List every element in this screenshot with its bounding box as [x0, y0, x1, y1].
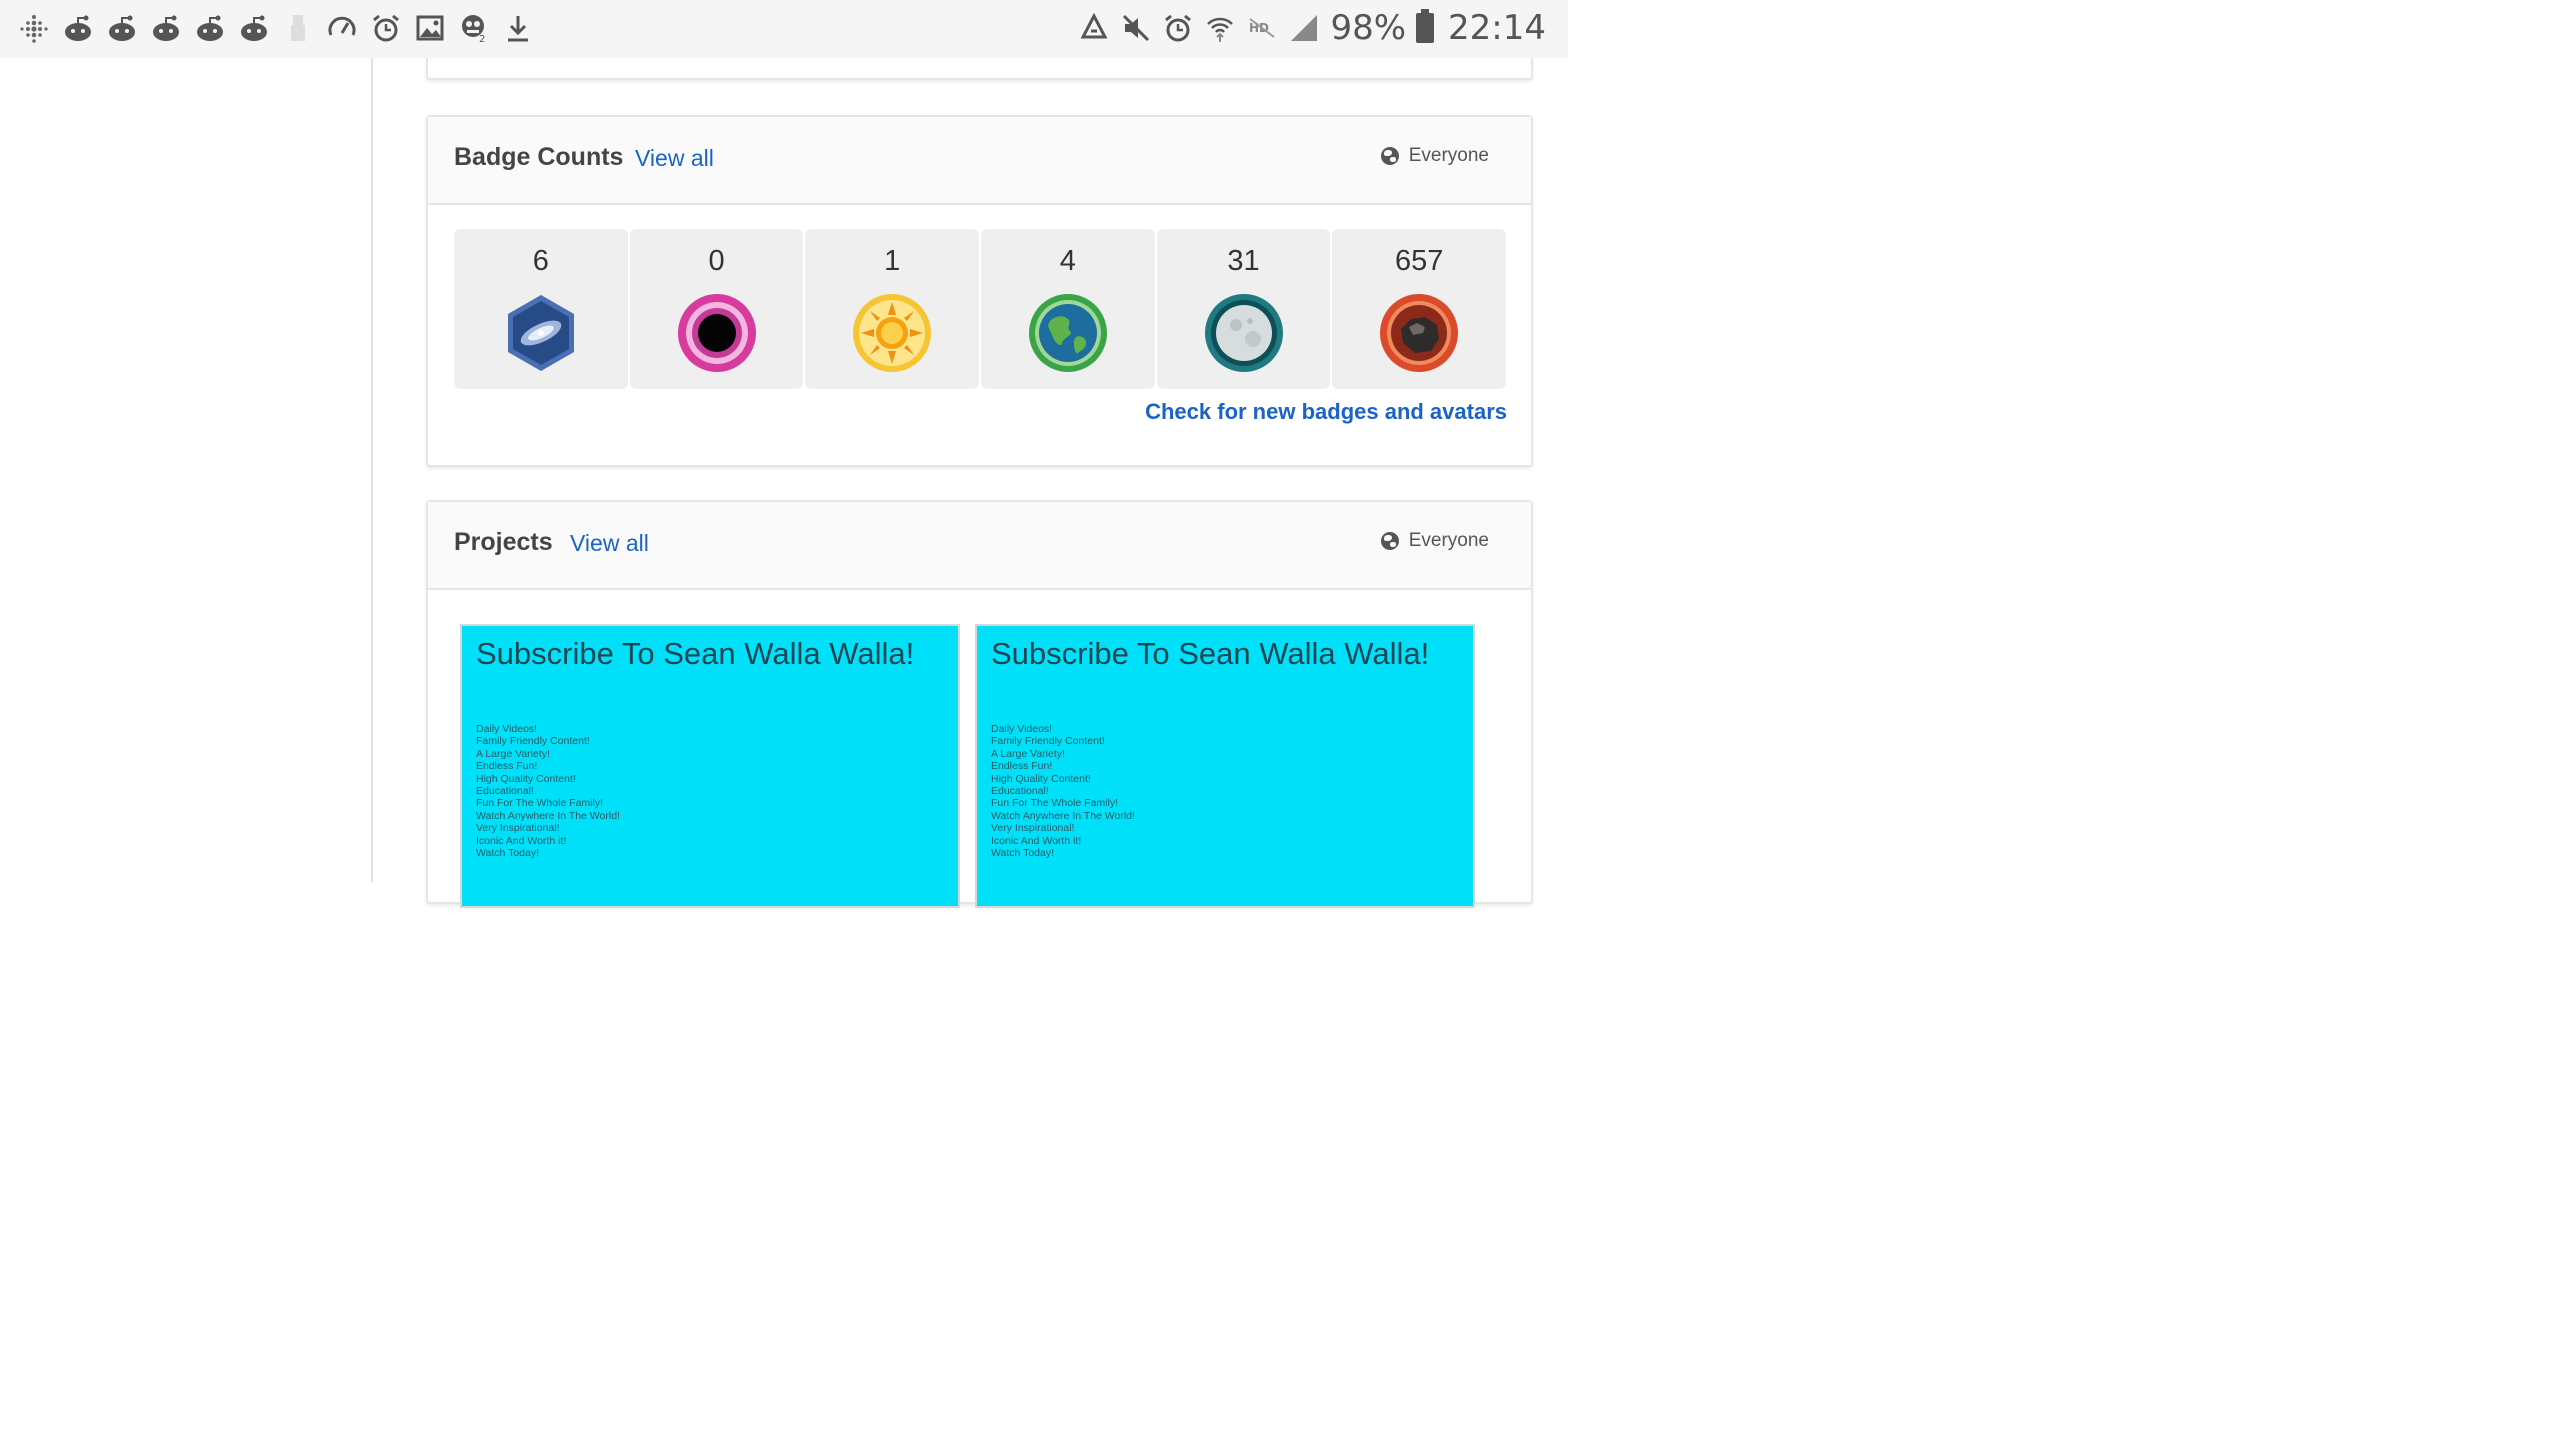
image-icon	[414, 12, 446, 44]
visibility-selector[interactable]: Everyone	[1380, 530, 1489, 552]
project-line: Very Inspirational!	[991, 822, 1075, 835]
visibility-label: Everyone	[1408, 145, 1489, 166]
badge-counts-header: Badge Counts View all Everyone	[428, 117, 1531, 205]
project-line: Very Inspirational!	[476, 822, 560, 835]
badge-item[interactable]: 657	[1332, 229, 1507, 389]
mute-icon	[1120, 12, 1152, 44]
black-hole-badge-icon	[677, 294, 756, 372]
badge-item[interactable]: 4	[981, 229, 1155, 389]
project-line: Daily Videos!	[991, 723, 1053, 735]
project-line: Iconic And Worth it!	[991, 834, 1082, 847]
project-line: Fun For The Whole Family!	[476, 797, 604, 810]
wifi-icon	[1204, 12, 1236, 44]
reddit-icon	[150, 12, 182, 44]
project-description: Daily Videos! Family Friendly Content! A…	[476, 723, 620, 859]
badge-count: 31	[1227, 245, 1260, 277]
projects-card: Projects View all Everyone Subscribe To …	[426, 500, 1533, 908]
project-description: Daily Videos! Family Friendly Content! A…	[991, 723, 1135, 859]
reddit-icon	[106, 12, 138, 44]
project-line: High Quality Content!	[991, 772, 1091, 785]
badge-count: 6	[532, 245, 549, 277]
clock: 22:14	[1448, 8, 1546, 48]
project-line: High Quality Content!	[476, 772, 576, 785]
project-line: Watch Today!	[991, 847, 1055, 860]
badge-count: 657	[1395, 245, 1444, 277]
signal-icon	[1288, 12, 1320, 44]
download-icon	[502, 12, 534, 44]
badge-counts-view-all-link[interactable]: View all	[635, 145, 714, 172]
badge-count: 0	[708, 245, 725, 277]
badge-count: 1	[884, 245, 901, 277]
project-title: Subscribe To Sean Walla Walla!	[476, 636, 915, 671]
badge-item[interactable]: 31	[1156, 229, 1331, 389]
badge-item[interactable]: 0	[629, 229, 804, 389]
project-line: Endless Fun!	[476, 760, 538, 773]
project-line: A Large Variety!	[991, 747, 1065, 760]
asteroid-badge-icon	[1380, 294, 1459, 372]
project-title: Subscribe To Sean Walla Walla!	[991, 636, 1430, 671]
fitbit-icon	[18, 12, 50, 44]
alarm-icon	[1162, 12, 1194, 44]
project-line: Family Friendly Content!	[476, 735, 590, 748]
project-line: Educational!	[991, 785, 1049, 798]
project-line: Watch Today!	[476, 847, 540, 860]
project-thumbnail[interactable]: Subscribe To Sean Walla Walla! Daily Vid…	[460, 624, 960, 908]
sun-badge-icon	[853, 294, 932, 372]
badge-count: 4	[1059, 245, 1076, 277]
usb-icon	[282, 12, 314, 44]
reddit-icon	[62, 12, 94, 44]
badge-list: 6 0 1 4 31 657	[454, 229, 1507, 389]
badge-item[interactable]: 1	[805, 229, 980, 389]
reddit-icon	[238, 12, 270, 44]
globe-icon	[1380, 532, 1399, 550]
visibility-selector[interactable]: Everyone	[1380, 145, 1489, 167]
left-pane	[0, 58, 373, 882]
battery-icon	[1416, 9, 1435, 43]
project-line: Family Friendly Content!	[991, 735, 1105, 748]
recycle-icon	[1078, 12, 1110, 44]
project-line: Iconic And Worth it!	[476, 834, 567, 847]
previous-card	[426, 58, 1533, 80]
bot-icon: 2	[458, 12, 490, 44]
galaxy-badge-icon	[507, 295, 574, 371]
project-thumbnail[interactable]: Subscribe To Sean Walla Walla! Daily Vid…	[975, 624, 1475, 908]
earth-badge-icon	[1028, 294, 1107, 372]
svg-text:2: 2	[479, 34, 485, 43]
project-line: Fun For The Whole Family!	[991, 797, 1119, 810]
visibility-label: Everyone	[1408, 530, 1489, 551]
projects-view-all-link[interactable]: View all	[570, 530, 649, 557]
badge-counts-title: Badge Counts	[454, 143, 624, 171]
projects-header: Projects View all Everyone	[428, 502, 1531, 590]
badge-item[interactable]: 6	[454, 229, 628, 389]
check-new-badges-link[interactable]: Check for new badges and avatars	[1145, 399, 1507, 425]
project-line: Endless Fun!	[991, 760, 1053, 773]
status-bar: 2 HD 98% 22:14	[0, 0, 1568, 58]
project-line: Watch Anywhere In The World!	[476, 809, 620, 822]
project-line: Watch Anywhere In The World!	[991, 809, 1135, 822]
hd-icon: HD	[1246, 12, 1278, 44]
projects-title: Projects	[454, 528, 553, 556]
reddit-icon	[194, 12, 226, 44]
project-line: Educational!	[476, 785, 534, 798]
badge-counts-card: Badge Counts View all Everyone 6 0 1 4 3…	[426, 115, 1533, 467]
notification-icons: 2	[18, 12, 534, 44]
svg-text:HD: HD	[1249, 21, 1269, 35]
project-line: Daily Videos!	[476, 723, 538, 735]
speedometer-icon	[326, 12, 358, 44]
alarm-icon	[370, 12, 402, 44]
project-line: A Large Variety!	[476, 747, 550, 760]
battery-percent: 98%	[1330, 8, 1407, 48]
system-icons: HD 98% 22:14	[1078, 8, 1546, 48]
globe-icon	[1380, 147, 1399, 165]
moon-badge-icon	[1204, 294, 1283, 372]
